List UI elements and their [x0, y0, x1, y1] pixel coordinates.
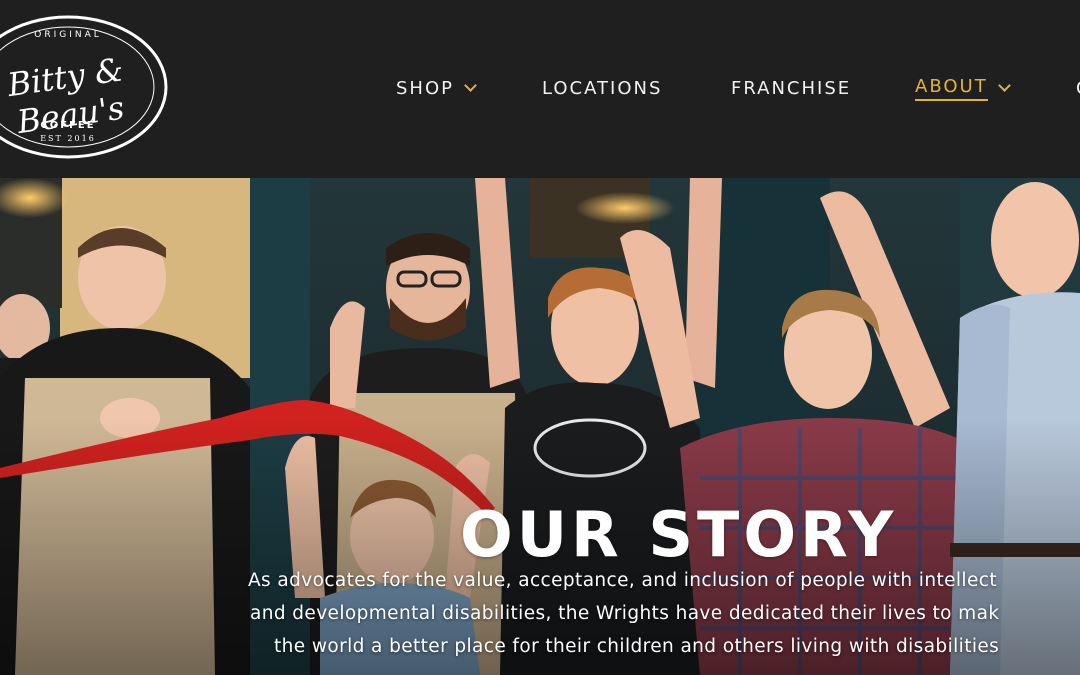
hero-title: OUR STORY	[460, 497, 898, 571]
brand-logo[interactable]: ORIGINAL Bitty & Beau's COFFEE EST 2016	[0, 12, 170, 162]
chevron-down-icon	[464, 78, 477, 92]
nav-franchise-label: FRANCHISE	[731, 77, 852, 99]
nav-about[interactable]: ABOUT	[915, 76, 1011, 101]
logo-original-text: ORIGINAL	[34, 30, 102, 40]
hero-line-2: and developmental disabilities, the Wrig…	[250, 603, 1000, 624]
hero-line-3: the world a better place for their child…	[274, 636, 1000, 657]
nav-shop[interactable]: SHOP	[396, 76, 477, 100]
nav-shop-label: SHOP	[396, 77, 454, 99]
hero-section: OUR STORY As advocates for the value, ac…	[0, 178, 1080, 675]
nav-franchise[interactable]: FRANCHISE	[731, 76, 851, 100]
hero-line-1: As advocates for the value, acceptance, …	[248, 570, 997, 591]
logo-est-text: EST 2016	[40, 134, 96, 143]
site-header: ORIGINAL Bitty & Beau's COFFEE EST 2016 …	[0, 0, 1080, 178]
nav-contact-partial[interactable]: C	[1076, 76, 1080, 100]
logo-coffee-text: COFFEE	[40, 120, 96, 131]
nav-locations-label: LOCATIONS	[542, 77, 663, 99]
page: ORIGINAL Bitty & Beau's COFFEE EST 2016 …	[0, 0, 1080, 675]
nav-contact-label: C	[1076, 78, 1080, 99]
nav-locations[interactable]: LOCATIONS	[542, 76, 662, 100]
nav-about-label: ABOUT	[915, 76, 988, 101]
chevron-down-icon	[997, 78, 1011, 92]
